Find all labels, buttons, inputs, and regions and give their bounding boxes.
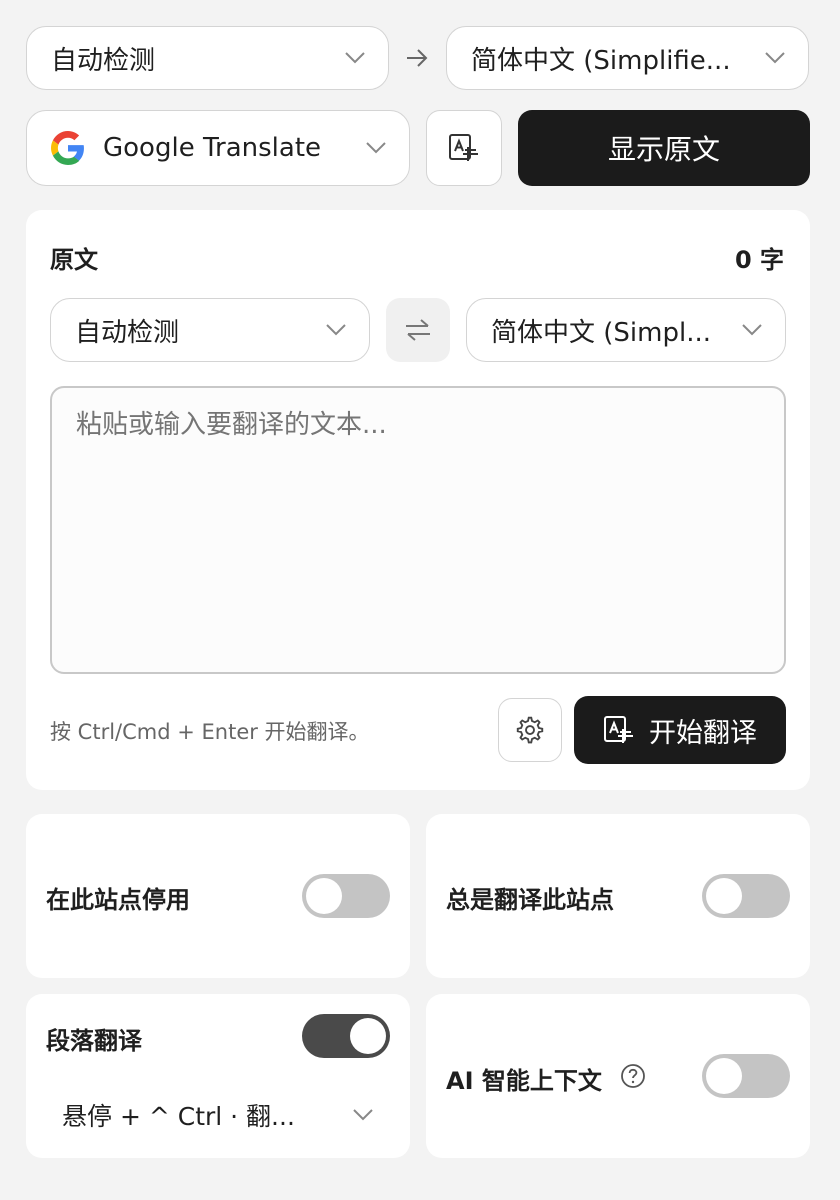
always-translate-toggle[interactable] bbox=[702, 874, 790, 918]
translation-service-value: Google Translate bbox=[103, 133, 322, 163]
chevron-down-icon bbox=[326, 324, 346, 336]
google-logo-icon bbox=[51, 131, 84, 165]
gear-icon bbox=[516, 716, 544, 744]
image-translate-icon bbox=[604, 716, 633, 743]
panel-target-language-value: 简体中文 (Simpl... bbox=[491, 317, 711, 348]
start-translate-button[interactable]: 开始翻译 bbox=[574, 696, 786, 764]
ai-context-label: AI 智能上下文 bbox=[446, 1067, 602, 1095]
always-translate-label: 总是翻译此站点 bbox=[446, 886, 614, 914]
chevron-down-icon bbox=[366, 142, 386, 154]
chevron-down-icon bbox=[353, 1109, 373, 1121]
translate-settings-button[interactable] bbox=[498, 698, 562, 762]
panel-source-language-select[interactable]: 自动检测 bbox=[50, 298, 370, 362]
ai-context-toggle[interactable] bbox=[702, 1054, 790, 1098]
show-original-button[interactable]: 显示原文 bbox=[518, 110, 810, 186]
target-language-select[interactable]: 简体中文 (Simplifie... bbox=[446, 26, 809, 90]
swap-languages-button[interactable] bbox=[386, 298, 450, 362]
panel-source-language-value: 自动检测 bbox=[75, 317, 180, 348]
disable-site-label: 在此站点停用 bbox=[46, 886, 190, 914]
swap-icon bbox=[406, 319, 430, 341]
image-translate-icon bbox=[449, 134, 478, 161]
chevron-down-icon bbox=[742, 324, 762, 336]
translation-service-select[interactable]: Google Translate bbox=[26, 110, 410, 186]
chevron-down-icon bbox=[345, 52, 365, 64]
character-count: 0 字 bbox=[734, 246, 784, 274]
paragraph-translate-label: 段落翻译 bbox=[46, 1027, 142, 1055]
target-language-value: 简体中文 (Simplifie... bbox=[471, 45, 731, 76]
source-language-value: 自动检测 bbox=[51, 45, 156, 76]
disable-site-toggle[interactable] bbox=[302, 874, 390, 918]
source-text-input[interactable] bbox=[50, 386, 786, 674]
arrow-right-icon bbox=[407, 49, 428, 67]
source-language-select[interactable]: 自动检测 bbox=[26, 26, 389, 90]
paragraph-translate-toggle[interactable] bbox=[302, 1014, 390, 1058]
chevron-down-icon bbox=[765, 52, 785, 64]
panel-title: 原文 bbox=[50, 246, 98, 274]
show-original-label: 显示原文 bbox=[607, 133, 720, 166]
start-translate-label: 开始翻译 bbox=[649, 717, 757, 749]
paragraph-shortcut-value: 悬停 + ^ Ctrl · 翻... bbox=[62, 1102, 295, 1131]
help-circle-icon[interactable] bbox=[620, 1063, 646, 1089]
image-translate-button[interactable] bbox=[426, 110, 502, 186]
panel-target-language-select[interactable]: 简体中文 (Simpl... bbox=[466, 298, 786, 362]
paragraph-shortcut-select[interactable]: 悬停 + ^ Ctrl · 翻... bbox=[46, 1092, 390, 1138]
shortcut-hint: 按 Ctrl/Cmd + Enter 开始翻译。 bbox=[50, 720, 370, 744]
